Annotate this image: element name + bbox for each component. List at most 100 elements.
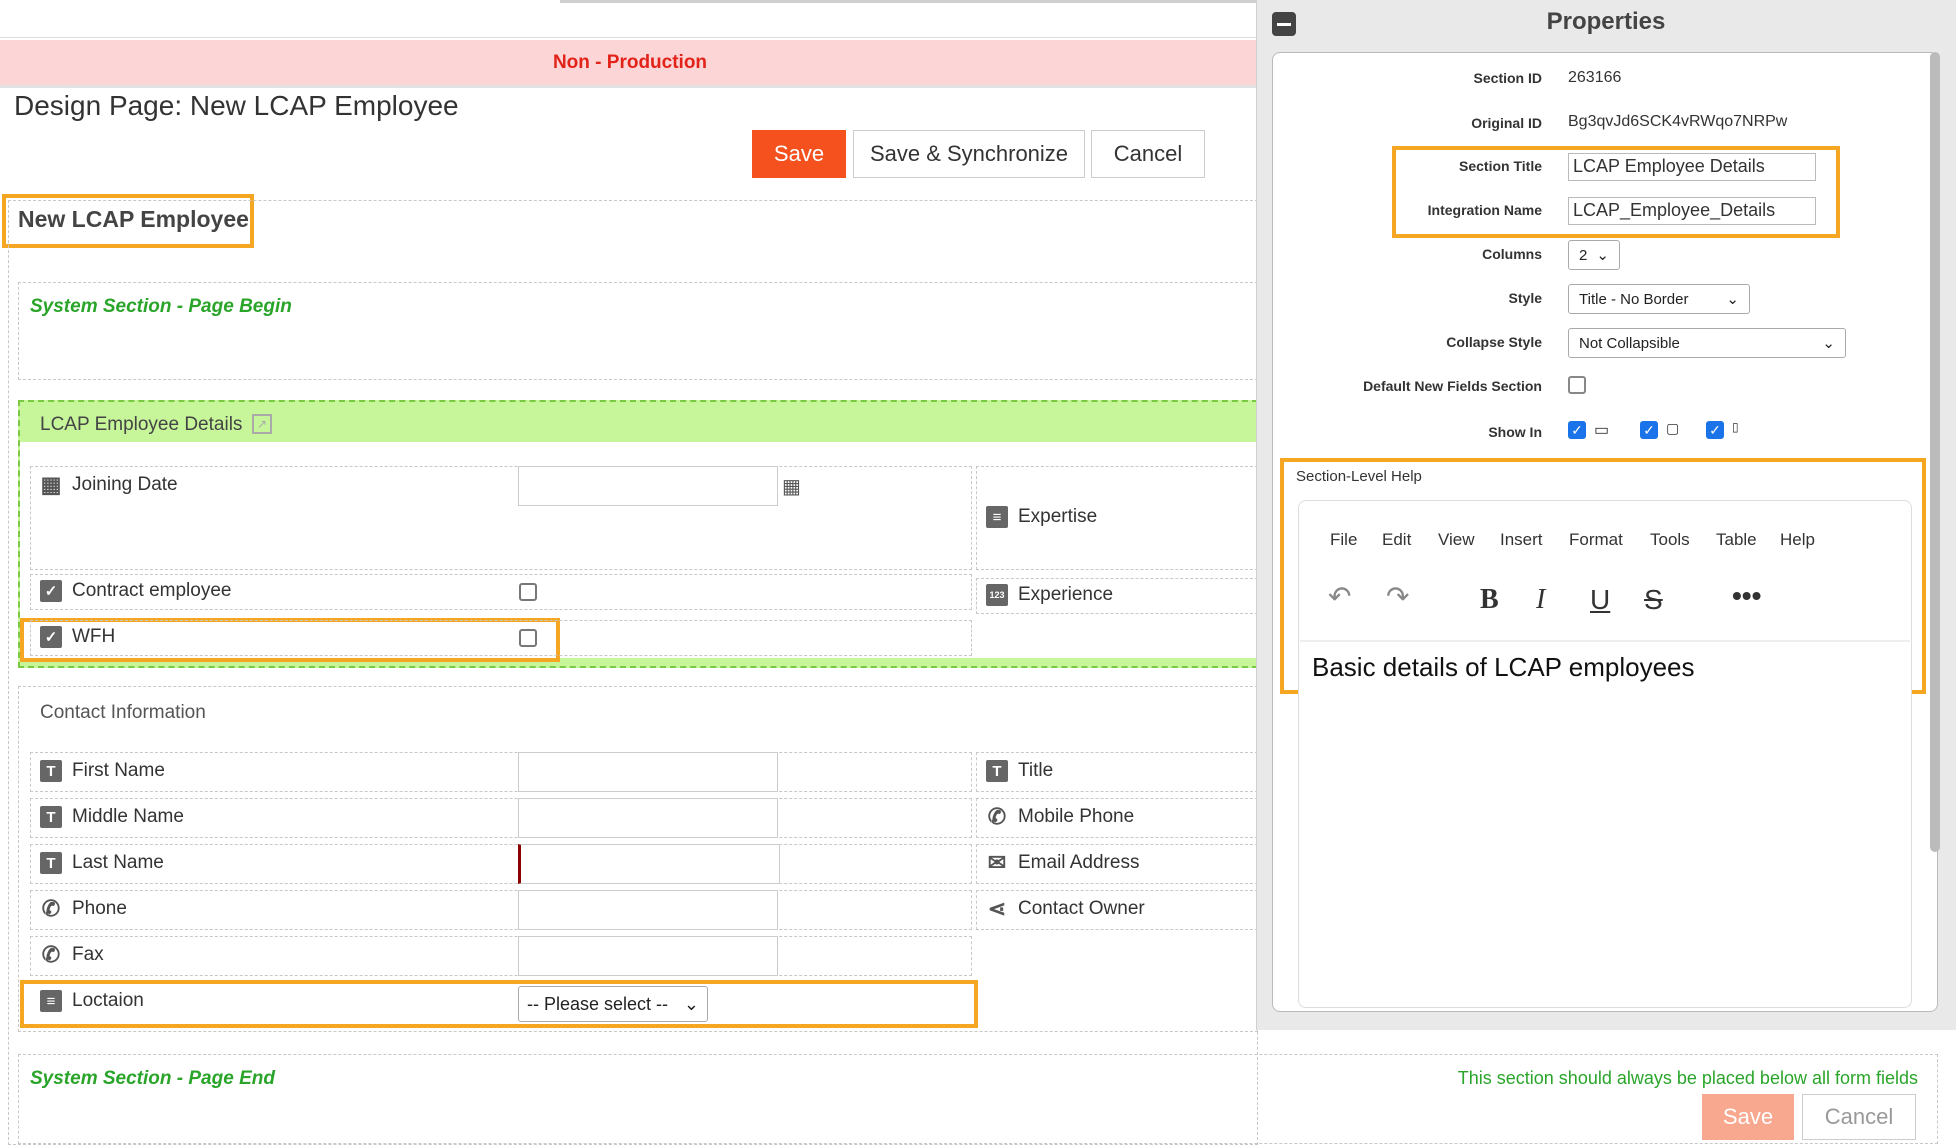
italic-icon[interactable]: I <box>1536 584 1545 616</box>
chevron-down-icon: ⌄ <box>1596 247 1609 264</box>
field-phone[interactable]: ✆ Phone <box>40 896 127 921</box>
desktop-icon: ▭ <box>1594 422 1610 439</box>
show-in-tablet-checkbox[interactable]: ✓ <box>1640 421 1658 439</box>
phone-icon: ✆ <box>987 804 1007 829</box>
underline-icon[interactable]: U <box>1590 584 1610 616</box>
bottom-save-button[interactable]: Save <box>1702 1094 1794 1140</box>
field-email-address[interactable]: ✉ Email Address <box>986 850 1140 875</box>
field-label: First Name <box>72 760 165 781</box>
editor-menu-edit[interactable]: Edit <box>1382 530 1411 550</box>
middle-name-input[interactable] <box>518 798 778 838</box>
field-middle-name[interactable]: T Middle Name <box>40 806 184 828</box>
help-text[interactable]: Basic details of LCAP employees <box>1312 652 1695 683</box>
calendar-icon[interactable]: ▦ <box>782 474 801 499</box>
list-icon: ≡ <box>986 506 1008 528</box>
editor-menu-table[interactable]: Table <box>1716 530 1757 550</box>
integration-name-label: Integration Name <box>1427 202 1542 218</box>
field-expertise[interactable]: ≡ Expertise <box>986 506 1097 528</box>
section-title-input[interactable]: LCAP Employee Details <box>1568 153 1816 181</box>
collapse-style-label: Collapse Style <box>1446 334 1542 350</box>
section-title: Contact Information <box>40 702 206 723</box>
bold-icon[interactable]: B <box>1480 584 1499 616</box>
checkbox-icon: ✓ <box>40 580 62 602</box>
cancel-button[interactable]: Cancel <box>1091 130 1205 178</box>
section-title: LCAP Employee Details <box>40 414 243 435</box>
environment-banner: Non - Production <box>0 40 1260 88</box>
integration-name-input[interactable]: LCAP_Employee_Details <box>1568 197 1816 225</box>
field-fax[interactable]: ✆ Fax <box>40 942 104 967</box>
style-select[interactable]: Title - No Border ⌄ <box>1568 284 1750 314</box>
field-label: Last Name <box>72 852 164 873</box>
system-section-end-label: System Section - Page End <box>30 1068 275 1089</box>
list-icon: ≡ <box>40 990 62 1012</box>
fax-input[interactable] <box>518 936 778 976</box>
first-name-input[interactable] <box>518 752 778 792</box>
last-name-input[interactable] <box>518 844 780 884</box>
mail-icon: ✉ <box>987 850 1007 875</box>
collapse-style-select[interactable]: Not Collapsible ⌄ <box>1568 328 1846 358</box>
rich-text-editor[interactable] <box>1298 500 1912 1008</box>
editor-menu-help[interactable]: Help <box>1780 530 1815 550</box>
field-first-name[interactable]: T First Name <box>40 760 165 782</box>
external-link-icon[interactable]: ↗ <box>252 414 272 434</box>
page-title: Design Page: New LCAP Employee <box>14 90 459 121</box>
show-in-desktop-checkbox[interactable]: ✓ <box>1568 421 1586 439</box>
system-section-note: This section should always be placed bel… <box>1457 1068 1918 1088</box>
editor-menu-file[interactable]: File <box>1330 530 1357 550</box>
save-button[interactable]: Save <box>752 130 846 178</box>
phone-input[interactable] <box>518 890 778 930</box>
editor-menu-format[interactable]: Format <box>1569 530 1623 550</box>
field-contract-employee[interactable]: ✓ Contract employee <box>40 580 231 602</box>
field-label: WFH <box>72 626 116 647</box>
wfh-checkbox[interactable] <box>519 629 537 647</box>
field-location[interactable]: ≡ Loctaion <box>40 990 144 1012</box>
field-contact-owner[interactable]: ⋖ Contact Owner <box>986 896 1145 921</box>
field-last-name[interactable]: T Last Name <box>40 852 164 874</box>
field-label: Loctaion <box>72 990 144 1011</box>
default-new-fields-checkbox[interactable] <box>1568 376 1586 394</box>
original-id-value: Bg3qvJd6SCK4vRWqo7NRPw <box>1568 113 1788 130</box>
section-id-label: Section ID <box>1473 70 1542 86</box>
strikethrough-icon[interactable]: S <box>1644 584 1663 616</box>
phone-icon: ▯ <box>1732 420 1739 434</box>
field-joining-date[interactable]: ▦ Joining Date <box>40 472 178 497</box>
redo-icon[interactable]: ↷ <box>1386 580 1409 613</box>
collapse-panel-button[interactable] <box>1272 12 1296 36</box>
joining-date-input[interactable] <box>518 466 778 506</box>
panel-scrollbar[interactable] <box>1930 52 1940 852</box>
section-id-value: 263166 <box>1568 69 1622 86</box>
location-select[interactable]: -- Please select -- ⌄ <box>518 986 708 1022</box>
field-label: Joining Date <box>72 474 178 495</box>
undo-icon[interactable]: ↶ <box>1328 580 1351 613</box>
style-label: Style <box>1508 290 1542 306</box>
field-mobile-phone[interactable]: ✆ Mobile Phone <box>986 804 1134 829</box>
calendar-icon: ▦ <box>40 472 62 497</box>
columns-label: Columns <box>1482 246 1542 262</box>
more-icon[interactable]: ••• <box>1732 580 1761 612</box>
checkbox-icon: ✓ <box>40 626 62 648</box>
select-value: 2 <box>1579 246 1588 264</box>
text-icon: T <box>986 760 1008 782</box>
bottom-cancel-button[interactable]: Cancel <box>1802 1094 1916 1140</box>
save-synchronize-button[interactable]: Save & Synchronize <box>853 130 1085 178</box>
field-label: Contact Owner <box>1018 898 1145 919</box>
properties-title: Properties <box>1546 8 1666 35</box>
show-in-phone-checkbox[interactable]: ✓ <box>1706 421 1724 439</box>
text-icon: T <box>40 760 62 782</box>
field-experience[interactable]: 123 Experience <box>986 584 1113 606</box>
field-label: Title <box>1018 760 1054 781</box>
phone-icon: ✆ <box>41 896 61 921</box>
field-wfh[interactable]: ✓ WFH <box>40 626 115 648</box>
editor-menu-insert[interactable]: Insert <box>1500 530 1543 550</box>
field-title[interactable]: T Title <box>986 760 1053 782</box>
editor-menu-view[interactable]: View <box>1438 530 1475 550</box>
field-label: Phone <box>72 898 127 919</box>
editor-menu-tools[interactable]: Tools <box>1650 530 1690 550</box>
section-title-label: Section Title <box>1459 158 1542 174</box>
field-label: Middle Name <box>72 806 184 827</box>
select-value: -- Please select -- <box>527 993 669 1014</box>
contract-employee-checkbox[interactable] <box>519 583 537 601</box>
columns-select[interactable]: 2 ⌄ <box>1568 240 1620 270</box>
section-help-label: Section-Level Help <box>1296 468 1422 485</box>
original-id-label: Original ID <box>1471 115 1542 131</box>
